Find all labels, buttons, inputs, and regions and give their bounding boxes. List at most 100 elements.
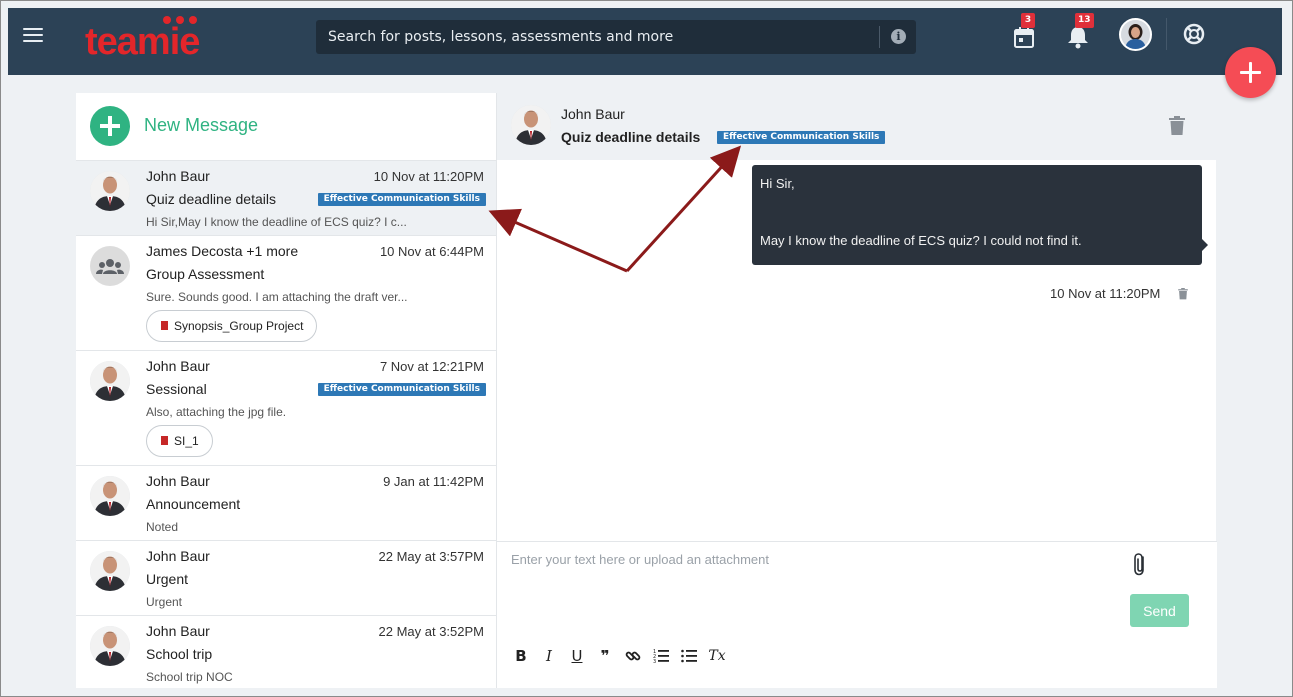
logo-text: teamie (85, 21, 200, 63)
send-button[interactable]: Send (1130, 594, 1189, 627)
conversation-sender: John Baur (561, 106, 625, 122)
plus-icon (90, 106, 130, 146)
thread-time: 22 May at 3:52PM (378, 624, 485, 639)
thread-time: 10 Nov at 11:20PM (373, 169, 484, 184)
trash-icon (1178, 288, 1188, 300)
user-avatar[interactable] (1119, 18, 1152, 51)
sender-avatar-image (90, 171, 130, 211)
calendar-button[interactable]: 3 (1013, 13, 1037, 48)
thread-subject: School trip (146, 646, 213, 662)
notifications-badge: 13 (1075, 13, 1094, 28)
message-thread-list: New Message John Baur 10 Nov at 11:20PM (76, 93, 496, 688)
thread-time: 10 Nov at 6:44PM (379, 244, 484, 259)
hamburger-icon[interactable] (23, 28, 43, 44)
help-button[interactable] (1183, 23, 1205, 45)
thread-sender: John Baur (146, 548, 210, 564)
course-tag: Effective Communication Skills (317, 383, 486, 396)
thread-subject: Group Assessment (146, 266, 265, 282)
calendar-icon (1014, 27, 1034, 48)
ordered-list-button[interactable]: 1 2 3 (651, 646, 671, 666)
lifebuoy-icon (1183, 23, 1205, 45)
thread-sender: John Baur (146, 623, 210, 639)
thread-sender: James Decosta +1 more (146, 243, 299, 259)
sender-avatar (90, 476, 130, 516)
thread-item[interactable]: John Baur 9 Jan at 11:42PM Announcement … (76, 465, 496, 540)
sender-avatar (90, 361, 130, 401)
bullet-list-icon (681, 649, 697, 663)
header-separator (1166, 18, 1167, 50)
attachment-name: SI_1 (174, 434, 199, 448)
sender-avatar (90, 171, 130, 211)
attachment-chip[interactable]: SI_1 (146, 425, 213, 457)
message-composer: Send B I U ❞ 1 2 (497, 541, 1217, 688)
message-line: Hi Sir, (760, 176, 795, 191)
sender-avatar-image (90, 476, 130, 516)
message-input[interactable] (511, 552, 1111, 582)
thread-subject: Announcement (146, 496, 241, 512)
new-message-button[interactable]: New Message (76, 93, 496, 160)
sender-avatar-image (90, 626, 130, 666)
conversation-subject: Quiz deadline details (561, 129, 701, 145)
create-fab-button[interactable] (1225, 47, 1276, 98)
search-info-button[interactable]: i (879, 26, 916, 48)
link-button[interactable] (623, 646, 643, 666)
thread-time: 7 Nov at 12:21PM (379, 359, 484, 374)
conversation-panel: John Baur Quiz deadline details Effectiv… (496, 93, 1217, 688)
sender-avatar-image (90, 361, 130, 401)
search-input[interactable] (316, 20, 876, 54)
course-tag: Effective Communication Skills (317, 193, 486, 206)
thread-item[interactable]: John Baur 7 Nov at 12:21PM Sessional Eff… (76, 350, 496, 465)
calendar-badge: 3 (1021, 13, 1035, 28)
group-avatar (90, 246, 130, 286)
thread-subject: Urgent (146, 571, 189, 587)
thread-sender: John Baur (146, 473, 210, 489)
conversation-header: John Baur Quiz deadline details Effectiv… (497, 93, 1217, 160)
delete-message-button[interactable] (1178, 285, 1188, 300)
thread-item[interactable]: John Baur 22 May at 3:52PM School trip S… (76, 615, 496, 688)
underline-button[interactable]: U (567, 646, 587, 666)
thread-preview: School trip NOC (146, 670, 233, 684)
attach-file-button[interactable] (1129, 552, 1153, 578)
bold-button[interactable]: B (511, 646, 531, 666)
top-navigation-bar: teamie i 3 (8, 8, 1282, 75)
message-bubble: Hi Sir, May I know the deadline of ECS q… (752, 165, 1208, 265)
paperclip-icon (1134, 553, 1144, 576)
thread-preview: Urgent (146, 595, 183, 609)
thread-sender: John Baur (146, 168, 210, 184)
thread-item[interactable]: John Baur 22 May at 3:57PM Urgent Urgent (76, 540, 496, 615)
sender-avatar-image (90, 551, 130, 591)
notifications-button[interactable]: 13 (1067, 13, 1094, 49)
bullet-list-button[interactable] (679, 646, 699, 666)
course-tag: Effective Communication Skills (717, 131, 886, 144)
attachment-chip[interactable]: Synopsis_Group Project (146, 310, 318, 342)
user-avatar-image (1121, 20, 1150, 49)
new-message-label: New Message (144, 115, 259, 135)
thread-time: 22 May at 3:57PM (378, 549, 485, 564)
blockquote-button[interactable]: ❞ (595, 646, 615, 666)
italic-button[interactable]: I (539, 646, 559, 666)
delete-conversation-button[interactable] (1169, 116, 1185, 136)
thread-preview: Also, attaching the jpg file. (146, 405, 287, 419)
message-line: May I know the deadline of ECS quiz? I c… (760, 233, 1082, 248)
sender-avatar-image (511, 105, 551, 145)
message-timestamp: 10 Nov at 11:20PM (1050, 286, 1161, 301)
trash-icon (1169, 116, 1185, 135)
ordered-list-icon: 1 2 3 (653, 649, 669, 665)
thread-item[interactable]: James Decosta +1 more 10 Nov at 6:44PM G… (76, 235, 496, 350)
sender-avatar (511, 105, 551, 145)
link-icon (625, 651, 641, 661)
svg-text:3: 3 (653, 659, 656, 664)
info-icon: i (891, 29, 906, 44)
thread-preview: Sure. Sounds good. I am attaching the dr… (146, 290, 408, 304)
sender-avatar (90, 551, 130, 591)
thread-time: 9 Jan at 11:42PM (383, 474, 484, 489)
thread-item[interactable]: John Baur 10 Nov at 11:20PM Quiz deadlin… (76, 160, 496, 235)
global-search: i (316, 20, 916, 54)
attachment-name: Synopsis_Group Project (174, 319, 304, 333)
thread-preview: Noted (146, 520, 179, 534)
pdf-file-icon (161, 436, 168, 445)
thread-preview: Hi Sir,May I know the deadline of ECS qu… (146, 215, 407, 229)
screenshot-frame: teamie i 3 (0, 0, 1293, 697)
pdf-file-icon (161, 321, 168, 330)
clear-format-button[interactable]: Tx (707, 646, 727, 666)
